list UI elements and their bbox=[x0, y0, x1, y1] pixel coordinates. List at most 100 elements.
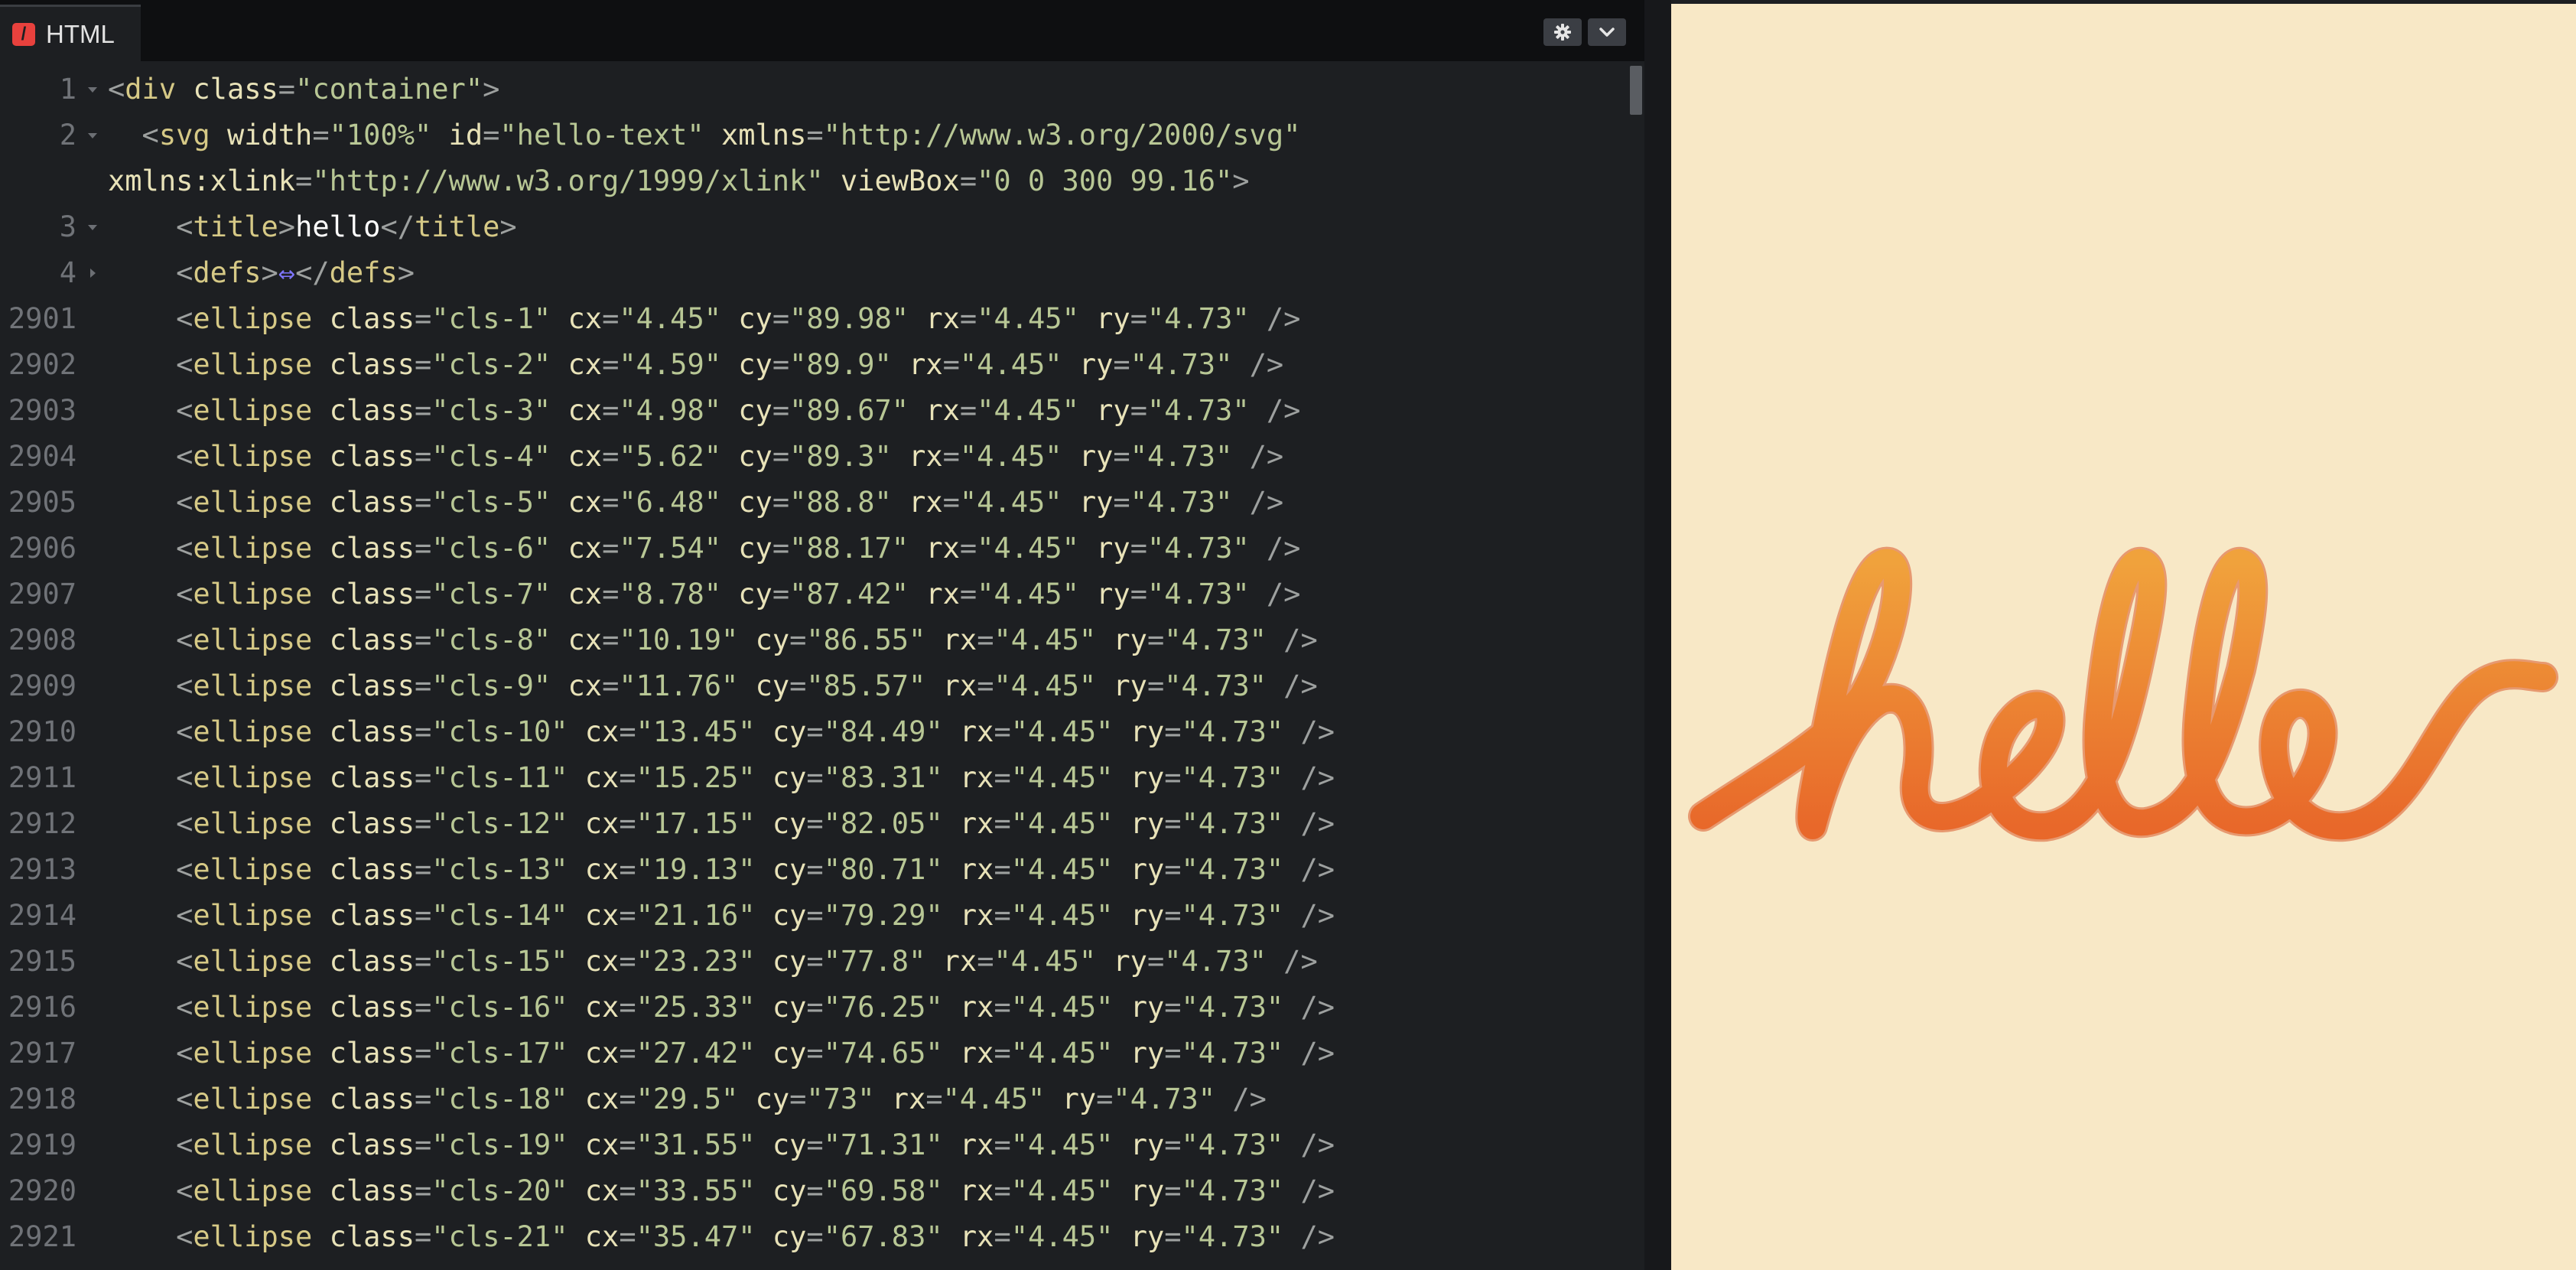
code-line[interactable]: 3 <title>hello</title> bbox=[0, 204, 1629, 250]
code-line[interactable]: 2918 <ellipse class="cls-18" cx="29.5" c… bbox=[0, 1076, 1629, 1122]
code-text: <ellipse class="cls-20" cx="33.55" cy="6… bbox=[108, 1168, 1335, 1214]
code-token-pun: = bbox=[959, 532, 977, 565]
editor-scrollbar-thumb[interactable] bbox=[1630, 66, 1642, 115]
collapse-button[interactable] bbox=[1588, 18, 1626, 46]
gear-icon bbox=[1554, 24, 1571, 41]
code-line[interactable]: 2908 <ellipse class="cls-8" cx="10.19" c… bbox=[0, 617, 1629, 663]
code-token-pun: = bbox=[806, 1174, 824, 1207]
code-token-pun: = bbox=[415, 715, 432, 748]
code-token-attr: class bbox=[329, 945, 415, 978]
code-line[interactable]: 2912 <ellipse class="cls-12" cx="17.15" … bbox=[0, 801, 1629, 847]
code-token-pun bbox=[943, 1174, 960, 1207]
fold-arrow-right-icon[interactable] bbox=[83, 250, 102, 296]
code-token-attr: cy bbox=[755, 1083, 790, 1115]
code-token-pun bbox=[312, 578, 329, 611]
code-token-str: "84.49" bbox=[823, 715, 943, 748]
code-token-attr: id bbox=[448, 119, 483, 151]
code-token-attr: cy bbox=[755, 624, 790, 656]
code-token-pun bbox=[909, 578, 925, 611]
code-token-str: "4.73" bbox=[1147, 578, 1250, 611]
code-token-str: "4.73" bbox=[1181, 991, 1284, 1024]
code-token-str: "4.73" bbox=[1181, 1220, 1284, 1253]
code-line[interactable]: 2909 <ellipse class="cls-9" cx="11.76" c… bbox=[0, 663, 1629, 709]
code-token-str: "31.55" bbox=[636, 1128, 756, 1161]
code-token-attr: rx bbox=[959, 1037, 994, 1070]
code-line[interactable]: 2911 <ellipse class="cls-11" cx="15.25" … bbox=[0, 755, 1629, 801]
code-token-str: "cls-10" bbox=[431, 715, 568, 748]
code-line[interactable]: 2915 <ellipse class="cls-15" cx="23.23" … bbox=[0, 939, 1629, 985]
code-line[interactable]: 4 <defs>⇔</defs> bbox=[0, 250, 1629, 296]
code-token-pun: = bbox=[977, 624, 994, 656]
code-token-pun bbox=[1096, 669, 1113, 702]
code-token-pun: = bbox=[789, 669, 807, 702]
code-token-pun bbox=[756, 945, 772, 978]
fold-arrow-down-icon[interactable] bbox=[83, 67, 102, 112]
code-token-pun: /> bbox=[1266, 945, 1318, 978]
code-token-pun: = bbox=[415, 669, 432, 702]
code-line[interactable]: 2906 <ellipse class="cls-6" cx="7.54" cy… bbox=[0, 526, 1629, 572]
code-line[interactable]: 2903 <ellipse class="cls-3" cx="4.98" cy… bbox=[0, 388, 1629, 434]
pane-divider[interactable] bbox=[1644, 0, 1671, 1270]
code-line[interactable]: 2921 <ellipse class="cls-21" cx="35.47" … bbox=[0, 1214, 1629, 1260]
code-token-pun: < bbox=[108, 899, 194, 932]
code-area[interactable]: 1 <div class="container"> 2 <svg width="10… bbox=[0, 67, 1644, 1270]
tab-html[interactable]: / HTML bbox=[0, 5, 141, 61]
code-token-attr: cx bbox=[584, 991, 620, 1024]
code-text: <ellipse class="cls-10" cx="13.45" cy="8… bbox=[108, 709, 1335, 755]
code-token-pun: = bbox=[483, 119, 500, 151]
code-token-pun: /> bbox=[1215, 1083, 1267, 1115]
code-token-str: "13.45" bbox=[636, 715, 756, 748]
code-token-tag: defs bbox=[329, 256, 398, 289]
code-line[interactable]: 2913 <ellipse class="cls-13" cx="19.13" … bbox=[0, 847, 1629, 893]
code-token-pun: = bbox=[1164, 899, 1182, 932]
code-line[interactable]: 2902 <ellipse class="cls-2" cx="4.59" cy… bbox=[0, 342, 1629, 388]
code-line[interactable]: 2916 <ellipse class="cls-16" cx="25.33" … bbox=[0, 985, 1629, 1031]
code-line[interactable]: 2919 <ellipse class="cls-19" cx="31.55" … bbox=[0, 1122, 1629, 1168]
code-token-str: "79.29" bbox=[823, 899, 943, 932]
code-line[interactable]: 2920 <ellipse class="cls-20" cx="33.55" … bbox=[0, 1168, 1629, 1214]
code-token-attr: cy bbox=[772, 1128, 807, 1161]
code-token-attr: ry bbox=[1096, 532, 1130, 565]
editor-toolbar: / HTML bbox=[0, 0, 1644, 61]
code-line[interactable]: 2917 <ellipse class="cls-17" cx="27.42" … bbox=[0, 1031, 1629, 1076]
fold-arrow-down-icon[interactable] bbox=[83, 204, 102, 250]
code-line[interactable]: xmlns:xlink="http://www.w3.org/1999/xlin… bbox=[0, 158, 1629, 204]
code-token-str: "cls-14" bbox=[431, 899, 568, 932]
editor-scrollbar[interactable] bbox=[1626, 61, 1644, 1270]
code-token-attr: cy bbox=[772, 1037, 807, 1070]
code-line[interactable]: 2901 <ellipse class="cls-1" cx="4.45" cy… bbox=[0, 296, 1629, 342]
settings-button[interactable] bbox=[1543, 18, 1582, 46]
code-token-pun: = bbox=[602, 624, 620, 656]
code-token-pun bbox=[756, 715, 772, 748]
code-token-pun bbox=[312, 394, 329, 427]
code-line[interactable]: 2910 <ellipse class="cls-10" cx="13.45" … bbox=[0, 709, 1629, 755]
code-token-attr: cy bbox=[738, 302, 772, 335]
code-token-pun bbox=[756, 853, 772, 886]
fold-arrow-down-icon[interactable] bbox=[83, 112, 102, 158]
code-token-str: "4.73" bbox=[1130, 348, 1233, 381]
code-token-pun bbox=[1096, 624, 1113, 656]
code-token-pun bbox=[312, 1220, 329, 1253]
code-line[interactable]: 1 <div class="container"> bbox=[0, 67, 1629, 112]
code-token-pun: = bbox=[602, 348, 620, 381]
code-token-pun bbox=[551, 348, 568, 381]
code-token-attr: class bbox=[329, 853, 415, 886]
code-token-pun: = bbox=[619, 807, 636, 840]
code-token-tag: ellipse bbox=[193, 302, 313, 335]
code-token-pun bbox=[1113, 1174, 1130, 1207]
code-token-pun: = bbox=[415, 945, 432, 978]
code-line[interactable]: 2904 <ellipse class="cls-4" cx="5.62" cy… bbox=[0, 434, 1629, 480]
code-line[interactable]: 2907 <ellipse class="cls-7" cx="8.78" cy… bbox=[0, 572, 1629, 617]
code-line[interactable]: 2914 <ellipse class="cls-14" cx="21.16" … bbox=[0, 893, 1629, 939]
code-token-attr: cy bbox=[772, 899, 807, 932]
code-token-attr: rx bbox=[925, 532, 960, 565]
code-line[interactable]: 2905 <ellipse class="cls-5" cx="6.48" cy… bbox=[0, 480, 1629, 526]
code-token-ell: ⇔ bbox=[278, 256, 296, 289]
code-token-attr: class bbox=[193, 73, 278, 106]
code-text: <ellipse class="cls-12" cx="17.15" cy="8… bbox=[108, 801, 1335, 847]
code-line[interactable]: 2 <svg width="100%" id="hello-text" xmln… bbox=[0, 112, 1629, 158]
code-token-str: "4.98" bbox=[619, 394, 721, 427]
code-token-pun: /> bbox=[1266, 624, 1318, 656]
code-token-pun: = bbox=[1164, 991, 1182, 1024]
code-text: <defs>⇔</defs> bbox=[108, 250, 415, 296]
